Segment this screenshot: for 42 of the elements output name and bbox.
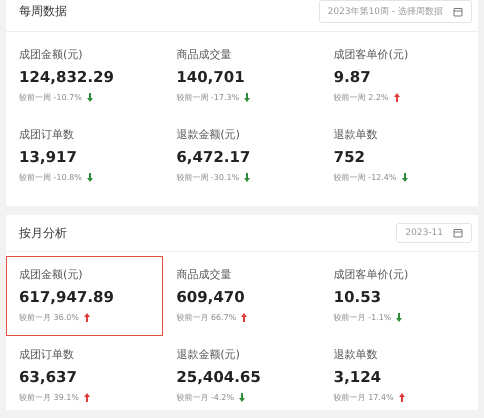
metric-label: 成团金额(元) — [19, 267, 84, 282]
comparison-text: 较前一周 -10.8% — [19, 172, 82, 183]
metric-label: 退款单数 — [334, 347, 379, 362]
date-picker[interactable]: 2023年第10周 - 选择周数据 — [318, 0, 472, 23]
section-title: 每周数据 — [19, 3, 67, 20]
metric-label: 退款单数 — [334, 127, 379, 142]
metric-value: 617,947.89 — [19, 288, 115, 306]
metric-label: 成团客单价(元) — [334, 267, 410, 282]
metric-value: 9.87 — [334, 68, 372, 86]
comparison-text: 较前一周 -30.1% — [176, 172, 240, 183]
metric-value: 609,470 — [176, 288, 246, 306]
calendar-icon — [453, 228, 463, 238]
metric-value: 63,637 — [19, 368, 78, 386]
metric-value: 140,701 — [176, 68, 246, 86]
metric-label: 成团金额(元) — [19, 47, 84, 62]
comparison-text: 较前一月 39.1% — [19, 392, 79, 403]
metric-label: 商品成交量 — [176, 267, 232, 282]
comparison-text: 较前一月 17.4% — [334, 392, 394, 403]
comparison-text: 较前一周 -17.3% — [176, 92, 240, 103]
metric-value: 13,917 — [19, 148, 78, 166]
metric-label: 成团客单价(元) — [334, 47, 410, 62]
metric-value: 752 — [334, 148, 366, 166]
metric-label: 退款金额(元) — [176, 347, 241, 362]
metric-value: 6,472.17 — [176, 148, 252, 166]
comparison-text: 较前一周 2.2% — [334, 92, 389, 103]
metric-value: 10.53 — [334, 288, 382, 306]
metric-label: 退款金额(元) — [176, 127, 241, 142]
date-picker[interactable]: 2023-11 — [396, 223, 472, 243]
comparison-text: 较前一周 -12.4% — [334, 172, 396, 183]
metric-value: 124,832.29 — [19, 68, 115, 86]
comparison-text: 较前一月 -1.1% — [334, 312, 392, 323]
calendar-icon — [453, 6, 463, 16]
metric-label: 成团订单数 — [19, 347, 75, 362]
metric-value: 25,404.65 — [176, 368, 262, 386]
metric-label: 成团订单数 — [19, 127, 75, 142]
comparison-text: 较前一月 66.7% — [176, 312, 236, 323]
metric-value: 3,124 — [334, 368, 382, 386]
comparison-text: 较前一月 -4.2% — [176, 392, 234, 403]
section-title: 按月分析 — [19, 224, 67, 242]
comparison-text: 较前一周 -10.7% — [19, 92, 82, 103]
metric-label: 商品成交量 — [176, 47, 232, 62]
comparison-text: 较前一月 36.0% — [19, 312, 79, 323]
